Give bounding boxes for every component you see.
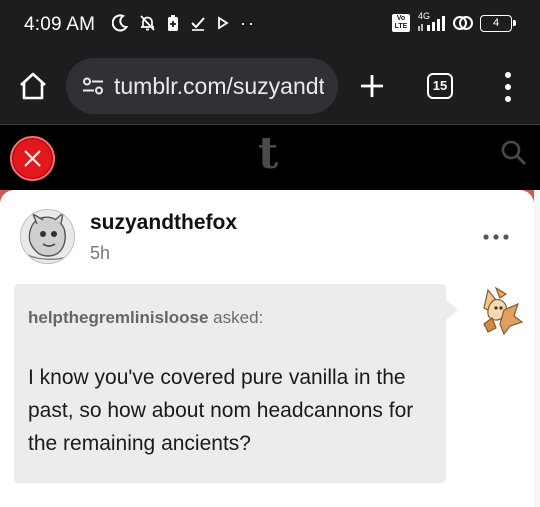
asker-avatar[interactable] [474,282,530,338]
search-icon[interactable] [500,139,528,167]
more-options-icon[interactable] [481,229,511,245]
signal-icon: 4G [416,11,446,32]
checkmark-icon [191,17,205,31]
browser-toolbar: tumblr.com/suzyandthefox 15 [0,50,540,124]
hotspot-icon [453,16,473,30]
address-bar[interactable]: tumblr.com/suzyandthefox [66,58,338,114]
bell-off-icon [140,15,155,31]
site-settings-icon[interactable] [82,77,104,95]
play-icon [218,16,229,30]
home-icon[interactable] [18,71,48,101]
volte-badge: Vo LTE [392,14,410,32]
asker-name[interactable]: helpthegremlinisloose [28,308,208,327]
battery-saver-icon [168,15,178,31]
close-icon [24,150,41,167]
volte-line-1: Vo [396,15,406,22]
new-tab-icon[interactable] [358,72,386,100]
scroll-track [534,190,540,507]
url-text[interactable]: tumblr.com/suzyandthefox [114,73,324,100]
battery-icon: 4 [480,14,516,32]
status-time: 4:09 AM [24,14,96,35]
status-bar: 4:09 AM ·· Vo LTE 4G 4 [0,0,540,50]
tumblr-logo[interactable]: t [258,129,278,179]
volte-line-2: LTE [394,23,408,30]
post-timestamp: 5h [90,243,111,263]
avatar[interactable] [20,209,75,264]
moon-icon [112,14,128,32]
asker-line: helpthegremlinisloose asked: [28,308,263,328]
ask-bubble-tail [446,300,458,320]
ask-question: I know you've covered pure vanilla in th… [28,366,414,455]
tab-count: 15 [432,78,448,93]
battery-level: 4 [492,16,500,29]
close-button[interactable] [10,136,55,181]
status-icons-right: Vo LTE 4G 4 [392,11,516,32]
blog-name[interactable]: suzyandthefox [90,211,237,235]
tumblr-header: t [0,125,540,190]
phone-screen: 4:09 AM ·· Vo LTE 4G 4 tumblr.com/suzyan… [0,0,540,507]
tabs-icon[interactable]: 15 [427,73,453,99]
more-notifications-indicator: ·· [240,13,256,33]
overflow-menu-icon[interactable] [496,70,520,104]
status-icons-left: ·· [112,14,256,32]
asked-label: asked: [208,308,264,327]
